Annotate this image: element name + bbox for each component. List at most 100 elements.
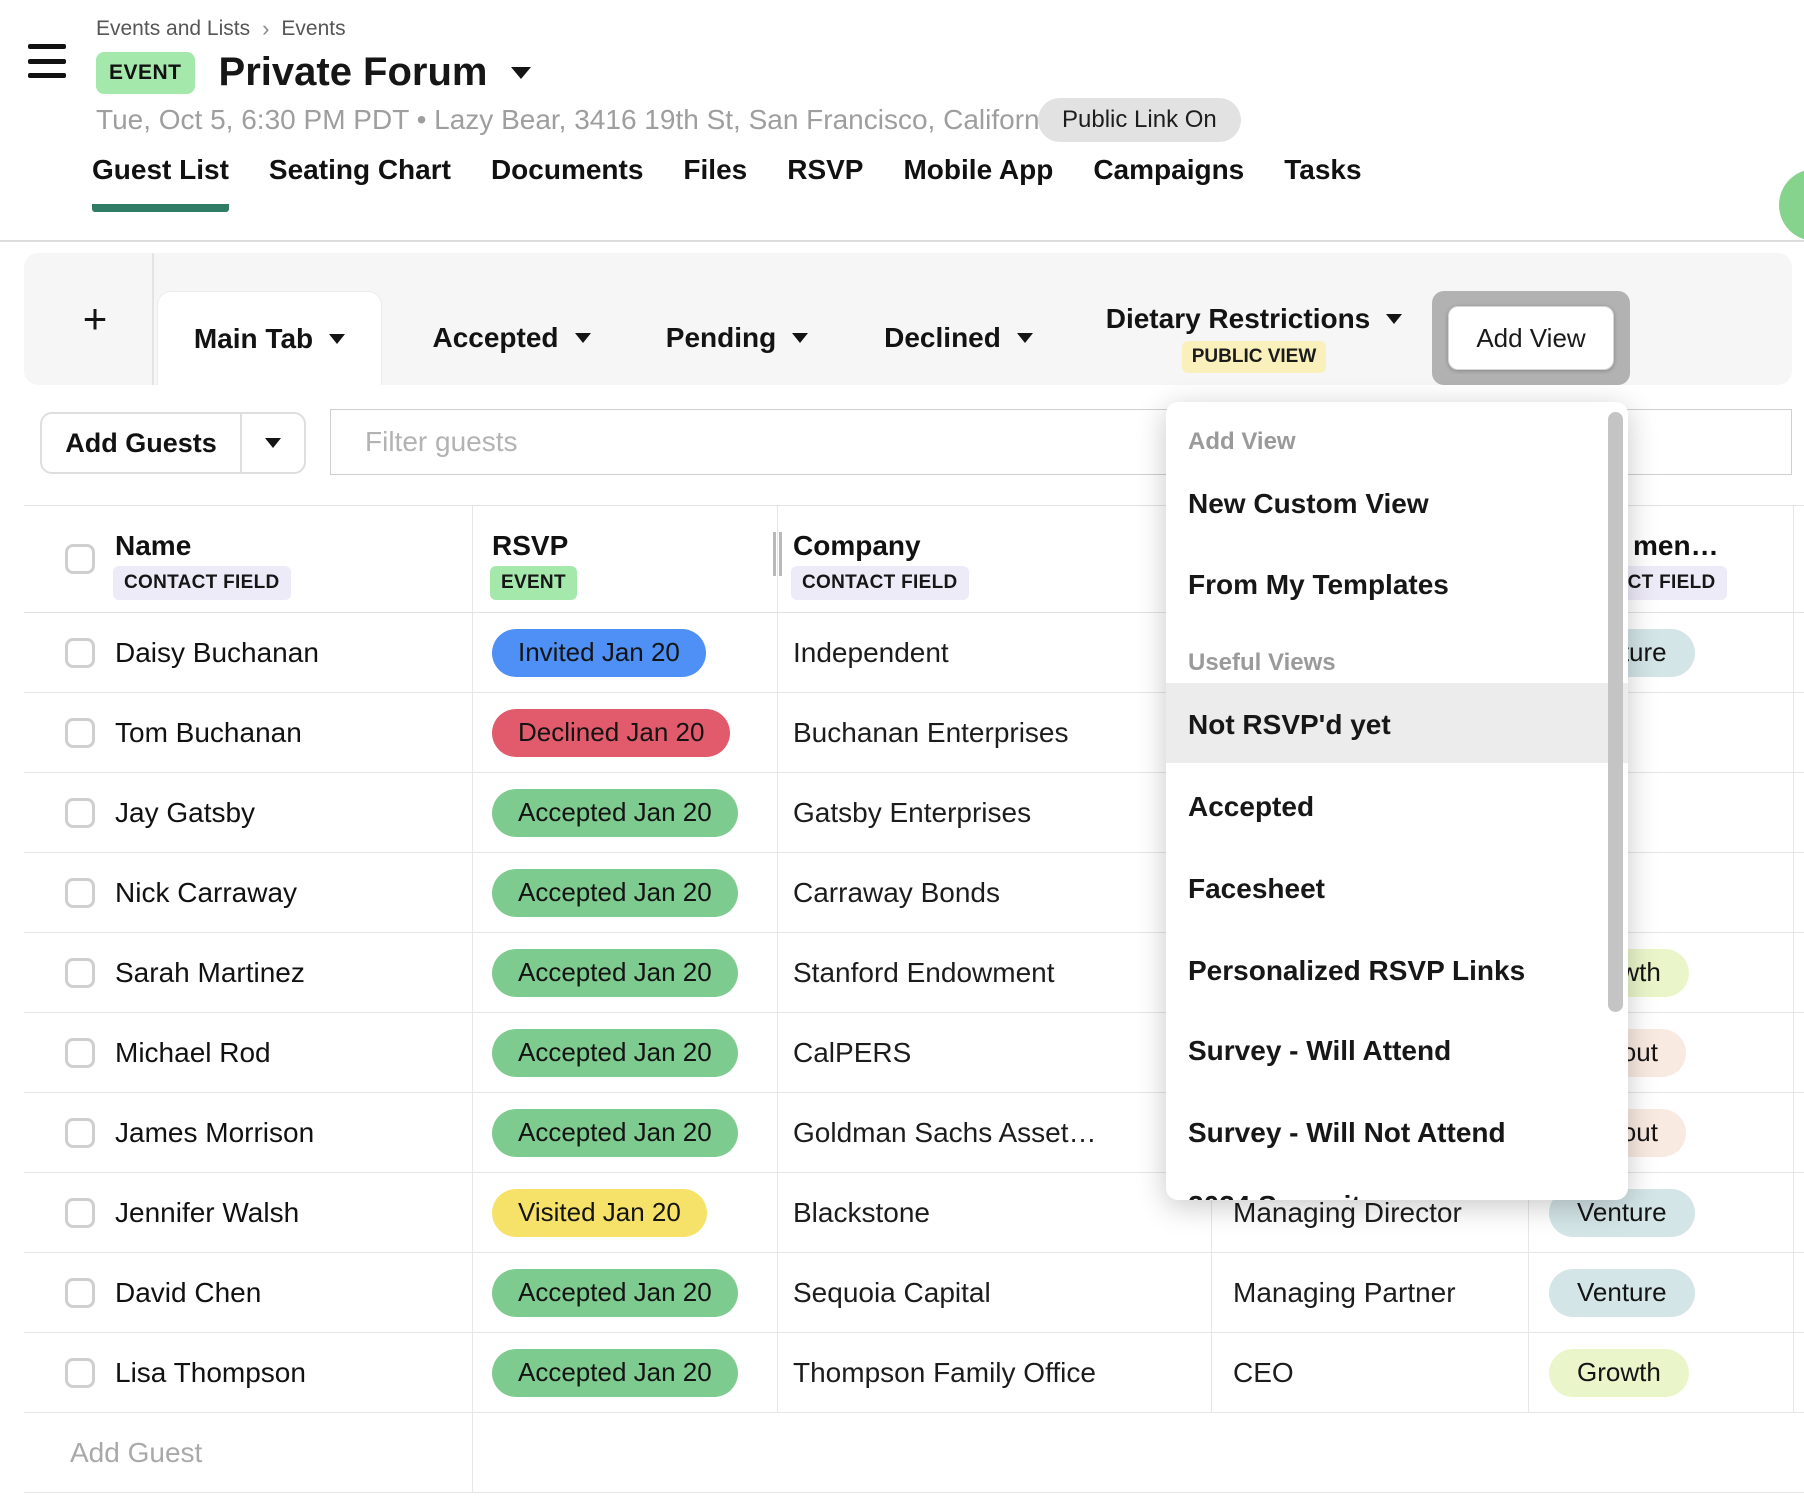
- guest-company: Independent: [778, 637, 949, 669]
- row-checkbox[interactable]: [65, 1118, 95, 1148]
- view-tab-main-tab-label: Main Tab: [194, 323, 313, 355]
- guest-name: Jay Gatsby: [24, 797, 255, 829]
- tab-guest-list[interactable]: Guest List: [92, 154, 229, 212]
- view-tab-dietary-restrictions[interactable]: Dietary Restrictions PUBLIC VIEW: [1084, 291, 1424, 385]
- row-checkbox[interactable]: [65, 1198, 95, 1228]
- view-tab-accepted-caret-icon[interactable]: [575, 333, 591, 343]
- add-guest-placeholder: Add Guest: [24, 1437, 202, 1469]
- view-tab-dietary-caret-icon[interactable]: [1386, 314, 1402, 324]
- menu-item-2024-summit[interactable]: 2024 Summit: [1188, 1190, 1361, 1200]
- breadcrumb-events[interactable]: Events: [281, 17, 345, 41]
- tab-documents[interactable]: Documents: [491, 154, 643, 212]
- tab-tasks[interactable]: Tasks: [1284, 154, 1361, 212]
- view-tab-accepted-label: Accepted: [432, 322, 558, 354]
- menu-scrollbar[interactable]: [1608, 412, 1623, 1012]
- add-guests-caret-icon: [265, 438, 281, 448]
- rsvp-status-badge: Accepted Jan 20: [492, 1269, 738, 1317]
- guest-company: Thompson Family Office: [778, 1357, 1096, 1389]
- column-rsvp-type-badge: EVENT: [490, 566, 577, 600]
- view-tab-declined[interactable]: Declined: [856, 291, 1061, 385]
- segment-badge: Growth: [1549, 1349, 1689, 1397]
- rsvp-status-badge: Declined Jan 20: [492, 709, 730, 757]
- guest-company: Gatsby Enterprises: [778, 797, 1031, 829]
- menu-icon[interactable]: [28, 44, 68, 78]
- view-tab-pending-label: Pending: [666, 322, 776, 354]
- tab-seating-chart[interactable]: Seating Chart: [269, 154, 451, 212]
- column-rsvp-label: RSVP: [492, 530, 568, 562]
- segment-badge: Venture: [1549, 1269, 1695, 1317]
- menu-item-accepted[interactable]: Accepted: [1188, 791, 1314, 823]
- view-tab-dietary-label: Dietary Restrictions: [1106, 303, 1371, 335]
- add-guests-button[interactable]: Add Guests: [42, 414, 240, 472]
- row-checkbox[interactable]: [65, 1358, 95, 1388]
- add-guest-row[interactable]: Add Guest: [24, 1413, 1804, 1493]
- page-title: Private Forum: [219, 50, 488, 95]
- select-all-checkbox[interactable]: [65, 544, 95, 574]
- tab-rsvp[interactable]: RSVP: [787, 154, 863, 212]
- view-tab-declined-label: Declined: [884, 322, 1001, 354]
- column-header-rsvp[interactable]: RSVP EVENT: [473, 506, 778, 612]
- breadcrumb-events-and-lists[interactable]: Events and Lists: [96, 17, 250, 41]
- event-type-badge: EVENT: [96, 52, 195, 94]
- tab-files[interactable]: Files: [683, 154, 747, 212]
- guest-list-app: Events and Lists › Events EVENT Private …: [0, 0, 1804, 1498]
- public-link-status-pill[interactable]: Public Link On: [1038, 98, 1241, 142]
- row-checkbox[interactable]: [65, 718, 95, 748]
- event-datetime-location: Tue, Oct 5, 6:30 PM PDT • Lazy Bear, 341…: [96, 104, 1153, 136]
- menu-item-from-my-templates[interactable]: From My Templates: [1188, 569, 1449, 601]
- column-company-label: Company: [793, 530, 921, 562]
- column-resize-handle[interactable]: [773, 532, 783, 576]
- row-checkbox[interactable]: [65, 638, 95, 668]
- rsvp-status-badge: Accepted Jan 20: [492, 1029, 738, 1077]
- guest-company: Blackstone: [778, 1197, 930, 1229]
- guest-title: Managing Director: [1212, 1197, 1462, 1229]
- guest-name: Michael Rod: [24, 1037, 271, 1069]
- column-header-name[interactable]: Name CONTACT FIELD: [24, 506, 473, 612]
- row-checkbox[interactable]: [65, 958, 95, 988]
- row-checkbox[interactable]: [65, 1038, 95, 1068]
- add-view-button[interactable]: Add View: [1448, 306, 1614, 370]
- menu-item-survey-will-not-attend[interactable]: Survey - Will Not Attend: [1188, 1117, 1506, 1149]
- public-view-badge: PUBLIC VIEW: [1182, 341, 1327, 373]
- tab-mobile-app[interactable]: Mobile App: [903, 154, 1053, 212]
- guest-company: Carraway Bonds: [778, 877, 1000, 909]
- guest-company: CalPERS: [778, 1037, 911, 1069]
- view-tab-pending[interactable]: Pending: [642, 291, 832, 385]
- column-segment-label: men…: [1633, 530, 1719, 562]
- menu-section-useful-views: Useful Views: [1188, 649, 1336, 677]
- row-checkbox[interactable]: [65, 878, 95, 908]
- help-fab[interactable]: [1779, 169, 1804, 241]
- header-divider: [0, 240, 1804, 242]
- table-row[interactable]: David Chen Accepted Jan 20 Sequoia Capit…: [24, 1253, 1804, 1333]
- menu-item-new-custom-view[interactable]: New Custom View: [1188, 488, 1429, 520]
- title-dropdown-icon[interactable]: [511, 67, 531, 79]
- menu-item-personalized-rsvp-links[interactable]: Personalized RSVP Links: [1188, 955, 1525, 987]
- table-row[interactable]: Lisa Thompson Accepted Jan 20 Thompson F…: [24, 1333, 1804, 1413]
- view-tab-main-tab-caret-icon[interactable]: [329, 334, 345, 344]
- add-guests-dropdown-button[interactable]: [242, 414, 304, 472]
- row-checkbox[interactable]: [65, 798, 95, 828]
- guest-name: David Chen: [24, 1277, 261, 1309]
- column-header-company[interactable]: Company CONTACT FIELD: [778, 506, 1212, 612]
- add-guests-split-button: Add Guests: [40, 412, 306, 474]
- view-tabs-strip: + Main Tab Accepted Pending Declined Die…: [24, 253, 1792, 385]
- view-tab-main-tab[interactable]: Main Tab: [157, 291, 382, 385]
- tab-campaigns[interactable]: Campaigns: [1093, 154, 1244, 212]
- menu-item-survey-will-attend[interactable]: Survey - Will Attend: [1188, 1035, 1451, 1067]
- rsvp-status-badge: Accepted Jan 20: [492, 1109, 738, 1157]
- rsvp-status-badge: Accepted Jan 20: [492, 949, 738, 997]
- row-checkbox[interactable]: [65, 1278, 95, 1308]
- rsvp-status-badge: Accepted Jan 20: [492, 869, 738, 917]
- view-tab-declined-caret-icon[interactable]: [1017, 333, 1033, 343]
- view-tab-pending-caret-icon[interactable]: [792, 333, 808, 343]
- view-tabs-separator: [152, 253, 154, 385]
- view-tab-accepted[interactable]: Accepted: [409, 291, 614, 385]
- rsvp-status-badge: Accepted Jan 20: [492, 1349, 738, 1397]
- guest-company: Goldman Sachs Asset…: [778, 1117, 1096, 1149]
- main-nav-tabs: Guest List Seating Chart Documents Files…: [92, 154, 1362, 212]
- menu-item-facesheet[interactable]: Facesheet: [1188, 873, 1325, 905]
- menu-section-add-view: Add View: [1188, 428, 1296, 456]
- add-view-tab-button[interactable]: +: [52, 253, 138, 385]
- menu-item-not-rsvpd-yet[interactable]: Not RSVP'd yet: [1188, 709, 1391, 741]
- rsvp-status-badge: Visited Jan 20: [492, 1189, 707, 1237]
